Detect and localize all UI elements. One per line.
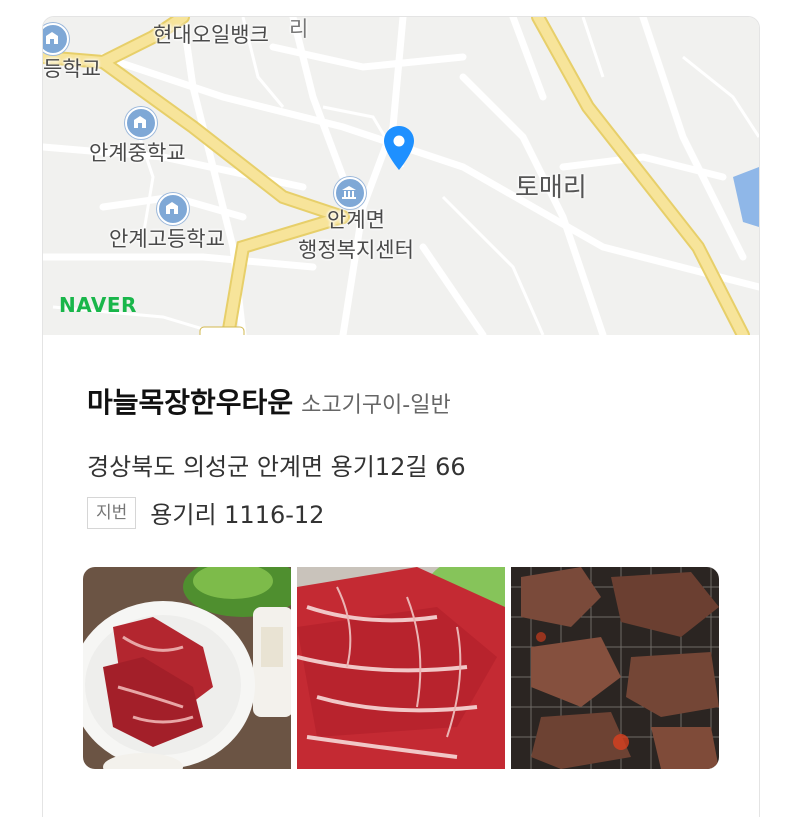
location-pin-icon [384, 126, 414, 170]
map-label-office: 안계면 행정복지센터 [281, 205, 431, 265]
place-title-row: 마늘목장한우타운 소고기구이-일반 [87, 381, 451, 421]
map-label-village: 토매리 [515, 173, 587, 203]
map-label-school: 등학교 [43, 57, 101, 81]
grilled-beef-photo[interactable] [511, 567, 719, 769]
raw-beef-plate-photo[interactable] [83, 567, 291, 769]
naver-logo: NAVER [59, 293, 137, 317]
map-label-road: 리 [289, 17, 309, 41]
jibun-row: 지번 용기리 1116-12 [87, 495, 324, 530]
place-name[interactable]: 마늘목장한우타운 [87, 386, 293, 419]
jibun-badge: 지번 [87, 496, 137, 529]
map-label-office-line2: 행정복지센터 [298, 238, 414, 262]
map-label-middle-school: 안계중학교 [89, 141, 186, 165]
map-label-office-line1: 안계면 [327, 208, 385, 232]
place-card[interactable]: 현대오일뱅크 리 등학교 안계중학교 안계고등학교 안계면 행정복지센터 토매리… [42, 16, 760, 817]
road-address: 경상북도 의성군 안계면 용기12길 66 [87, 453, 466, 481]
map-label-bank: 현대오일뱅크 [153, 23, 269, 47]
photo-gallery [83, 567, 719, 769]
map-preview[interactable]: 현대오일뱅크 리 등학교 안계중학교 안계고등학교 안계면 행정복지센터 토매리… [43, 17, 759, 335]
place-category: 소고기구이-일반 [301, 393, 451, 418]
jibun-address: 용기리 1116-12 [150, 501, 325, 529]
marbled-beef-photo[interactable] [297, 567, 505, 769]
school-icon [125, 107, 157, 139]
map-label-high-school: 안계고등학교 [109, 227, 225, 251]
school-icon [157, 193, 189, 225]
map-background [43, 17, 759, 335]
